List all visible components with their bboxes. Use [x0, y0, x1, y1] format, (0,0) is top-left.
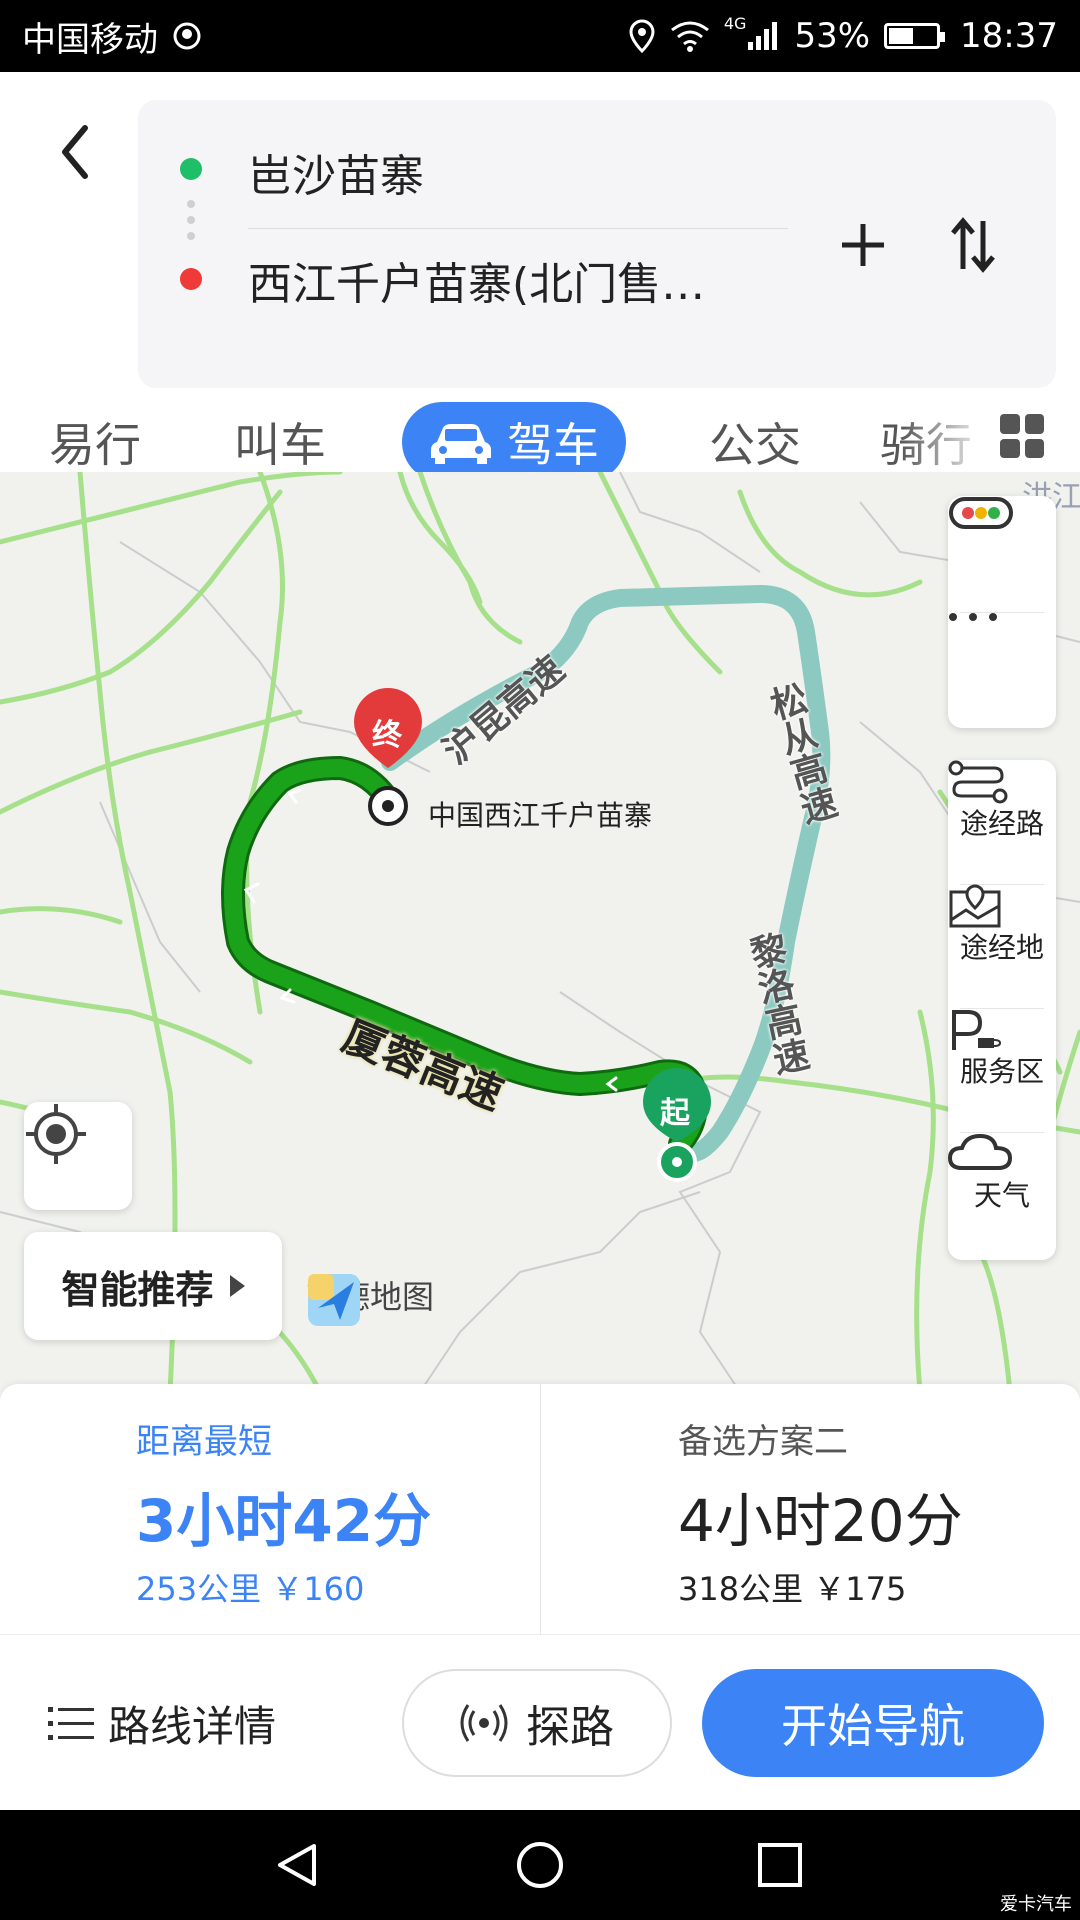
- battery-percent: 53%: [794, 16, 871, 56]
- wifi-icon: [670, 20, 710, 52]
- destination-place-label: 中国西江千户苗寨: [428, 799, 653, 832]
- route-tag: 距离最短: [136, 1422, 272, 1462]
- tab-taxi[interactable]: 叫车: [215, 402, 345, 482]
- weather-button[interactable]: 天气: [948, 1132, 1056, 1256]
- add-stop-button[interactable]: [828, 210, 898, 280]
- amap-logo-icon: [308, 1274, 360, 1326]
- divider: [248, 228, 788, 229]
- tabs-fade: [900, 402, 990, 482]
- route-option-2[interactable]: 备选方案二 4小时20分 318公里 ￥175: [541, 1384, 1080, 1634]
- cloud-icon: [948, 1133, 1012, 1170]
- route-input-card: 岜沙苗寨 西江千户苗寨(北门售…: [138, 100, 1056, 388]
- signal-icon: 4G: [724, 14, 781, 52]
- start-location-field[interactable]: 岜沙苗寨: [248, 140, 424, 204]
- traffic-controls: [948, 496, 1056, 728]
- waypoint-place-button[interactable]: 途经地: [948, 884, 1056, 1008]
- map-pin-icon: [949, 884, 1001, 928]
- explore-road-button[interactable]: 探路: [402, 1669, 672, 1777]
- broadcast-icon: [460, 1704, 508, 1742]
- more-modes-grid-icon[interactable]: [1000, 414, 1044, 458]
- play-arrow-icon: [229, 1275, 245, 1297]
- traffic-light-icon: [949, 497, 1013, 529]
- start-navigation-button[interactable]: 开始导航: [702, 1669, 1044, 1777]
- swap-arrows-icon: [951, 217, 995, 273]
- smart-recommend-button[interactable]: 智能推荐: [24, 1232, 282, 1340]
- destination-marker-label: 终: [372, 718, 402, 753]
- route-header: 岜沙苗寨 西江千户苗寨(北门售… 易行 叫车 驾车 公交 骑行: [0, 72, 1080, 482]
- locate-me-button[interactable]: [24, 1102, 132, 1210]
- location-icon: [628, 19, 656, 53]
- tab-transit[interactable]: 公交: [690, 402, 820, 482]
- parking-coffee-icon: [952, 1010, 1002, 1050]
- service-area-label: 服务区: [959, 1055, 1044, 1088]
- route-duration: 3小时42分: [136, 1487, 432, 1555]
- route-tag: 备选方案二: [678, 1422, 848, 1462]
- chevron-left-icon: [62, 125, 88, 179]
- start-marker-label: 起: [660, 1096, 690, 1131]
- bottom-actions: 路线详情 探路 开始导航: [0, 1634, 1080, 1810]
- nav-home-icon[interactable]: [515, 1840, 565, 1890]
- amap-logo: 高德地图: [306, 1272, 434, 1326]
- start-dot-icon: [180, 158, 202, 180]
- crosshair-icon: [26, 1104, 86, 1164]
- swap-button[interactable]: [938, 210, 1008, 280]
- route-distance-toll: 318公里 ￥175: [678, 1570, 907, 1608]
- connector-dots-icon: [187, 200, 195, 260]
- weather-label: 天气: [973, 1179, 1030, 1212]
- system-nav-bar: 爱卡汽车: [0, 1810, 1080, 1920]
- route-details-label: 路线详情: [108, 1701, 277, 1751]
- service-area-button[interactable]: 服务区: [948, 1008, 1056, 1132]
- tab-easy-go[interactable]: 易行: [30, 402, 160, 482]
- nav-recents-icon[interactable]: [755, 1840, 805, 1890]
- waypoint-route-label: 途经路: [959, 807, 1044, 840]
- route-distance-toll: 253公里 ￥160: [136, 1570, 365, 1608]
- destination-field[interactable]: 西江千户苗寨(北门售…: [248, 248, 768, 312]
- tab-drive-label: 驾车: [507, 418, 599, 472]
- end-dot-icon: [180, 268, 202, 290]
- hd-call-icon: [172, 21, 202, 51]
- explore-road-label: 探路: [526, 1702, 614, 1753]
- waypoint-route-icon: [948, 760, 1008, 804]
- carrier-name: 中国移动: [22, 19, 158, 60]
- route-map[interactable]: 终 起 中国西江千户苗寨 洪江 沪昆高速 松从高速 黎洛高速 厦蓉高速 途经路 …: [0, 472, 1080, 1392]
- battery-icon: [884, 23, 946, 49]
- status-bar: 中国移动 4G 53% 18:37: [0, 0, 1080, 72]
- route-option-1[interactable]: 距离最短 3小时42分 253公里 ￥160: [0, 1384, 540, 1634]
- traffic-toggle-button[interactable]: [948, 496, 1056, 612]
- watermark: 爱卡汽车: [1000, 1894, 1072, 1915]
- waypoint-place-label: 途经地: [959, 931, 1044, 964]
- more-options-button[interactable]: [948, 612, 1056, 728]
- route-tools: 途经路 途经地 服务区 天气: [948, 760, 1056, 1260]
- back-button[interactable]: [40, 112, 110, 192]
- more-dots-icon: [949, 613, 997, 621]
- tab-drive[interactable]: 驾车: [402, 402, 626, 482]
- nav-back-icon[interactable]: [272, 1840, 322, 1890]
- list-icon: [48, 1707, 94, 1740]
- smart-recommend-label: 智能推荐: [61, 1267, 214, 1312]
- route-duration: 4小时20分: [678, 1487, 963, 1555]
- network-type: 4G: [723, 14, 747, 33]
- car-icon: [431, 424, 491, 464]
- waypoint-route-button[interactable]: 途经路: [948, 760, 1056, 884]
- plus-icon: [842, 224, 884, 266]
- clock: 18:37: [960, 16, 1058, 56]
- route-options: 距离最短 3小时42分 253公里 ￥160 备选方案二 4小时20分 318公…: [0, 1384, 1080, 1634]
- route-details-button[interactable]: 路线详情: [48, 1683, 276, 1763]
